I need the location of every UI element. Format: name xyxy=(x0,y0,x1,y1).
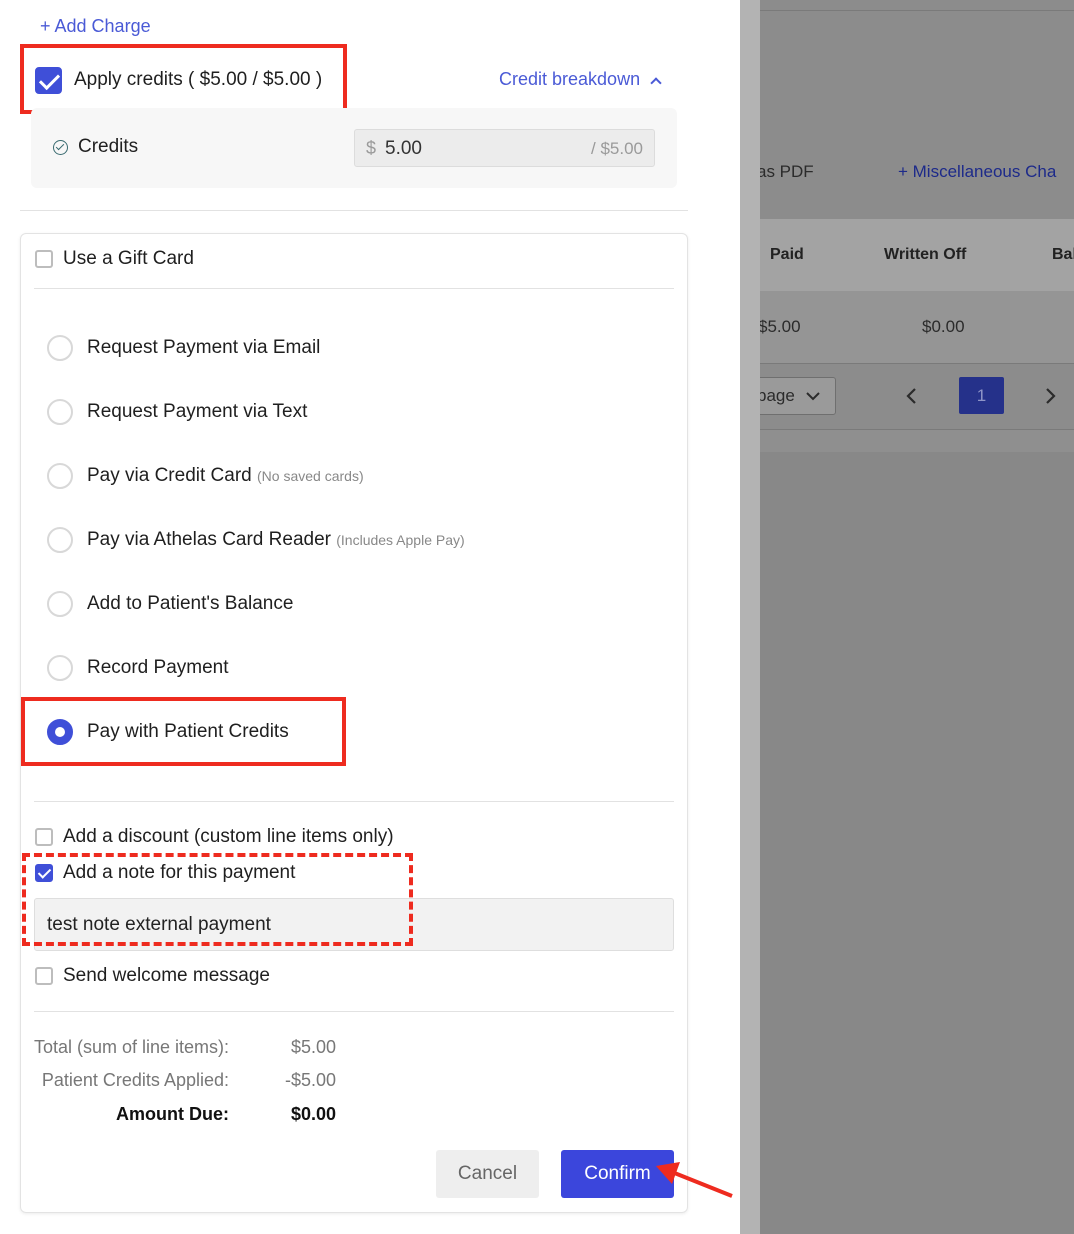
credits-label: Credits xyxy=(78,136,139,157)
bg-col-written-off: Written Off xyxy=(884,246,967,263)
option-credit-card-note: (No saved cards) xyxy=(257,468,364,484)
radio-request-text[interactable] xyxy=(47,399,73,425)
option-card-reader-label: Pay via Athelas Card Reader xyxy=(87,529,331,550)
currency-symbol: $ xyxy=(366,138,377,158)
option-card-reader: Pay via Athelas Card Reader (Includes Ap… xyxy=(87,529,465,551)
panel-scrollbar xyxy=(740,0,760,1234)
chevron-right-icon xyxy=(1046,388,1056,404)
radio-credit-card[interactable] xyxy=(47,463,73,489)
bg-spacer xyxy=(760,430,1074,452)
annotation-highlight-box xyxy=(20,44,347,114)
section-divider xyxy=(34,801,674,802)
chevron-left-icon xyxy=(906,388,916,404)
bg-col-paid: Paid xyxy=(770,246,804,263)
chevron-down-icon xyxy=(806,392,820,401)
option-patient-balance-label: Add to Patient's Balance xyxy=(87,593,294,614)
radio-patient-balance[interactable] xyxy=(47,591,73,617)
summary-due-label: Amount Due: xyxy=(116,1104,229,1124)
credits-amount-value: 5.00 xyxy=(385,138,422,159)
section-divider xyxy=(34,1011,674,1012)
cancel-button[interactable]: Cancel xyxy=(436,1150,539,1198)
option-card-reader-note: (Includes Apple Pay) xyxy=(336,532,465,548)
annotation-highlight-box xyxy=(21,697,346,766)
credits-amount-input[interactable]: $ 5.00 / $5.00 xyxy=(354,129,655,167)
bg-divider xyxy=(760,363,1074,364)
option-request-text-label: Request Payment via Text xyxy=(87,401,308,422)
bg-page-number: 1 xyxy=(959,377,1004,414)
option-credit-card: Pay via Credit Card (No saved cards) xyxy=(87,465,364,487)
section-divider xyxy=(20,210,688,211)
chevron-up-icon xyxy=(650,77,662,89)
bg-table-row xyxy=(760,291,1074,363)
welcome-checkbox[interactable] xyxy=(35,967,53,985)
gift-card-checkbox[interactable] xyxy=(35,250,53,268)
annotation-arrow-icon xyxy=(656,1162,733,1198)
add-charge-link[interactable]: + Add Charge xyxy=(40,16,151,37)
option-record-payment-label: Record Payment xyxy=(87,657,229,678)
payment-panel: + Add Charge Apply credits ( $5.00 / $5.… xyxy=(0,0,736,1234)
bg-pdf-link: as PDF xyxy=(757,162,814,181)
section-divider xyxy=(34,288,674,289)
summary-due-value: $0.00 xyxy=(290,1104,336,1124)
summary-credits-value: -$5.00 xyxy=(284,1070,336,1090)
add-charge-label: + Add Charge xyxy=(40,16,151,36)
option-request-email-label: Request Payment via Email xyxy=(87,337,321,358)
radio-card-reader[interactable] xyxy=(47,527,73,553)
check-circle-icon xyxy=(53,140,68,155)
bg-lower xyxy=(760,452,1074,1234)
summary-credits-label: Patient Credits Applied: xyxy=(41,1070,229,1090)
credits-max-value: / $5.00 xyxy=(591,139,643,158)
discount-label: Add a discount (custom line items only) xyxy=(63,826,394,847)
summary-total-value: $5.00 xyxy=(290,1037,336,1057)
bg-per-page-label: page xyxy=(757,386,795,405)
radio-request-email[interactable] xyxy=(47,335,73,361)
gift-card-label: Use a Gift Card xyxy=(63,248,194,269)
radio-record-payment[interactable] xyxy=(47,655,73,681)
bg-cell-written-off: $0.00 xyxy=(922,317,965,336)
summary-total-label: Total (sum of line items): xyxy=(33,1037,229,1057)
bg-misc-link: + Miscellaneous Cha xyxy=(898,162,1057,181)
credit-breakdown-label: Credit breakdown xyxy=(499,69,641,89)
bg-cell-paid: $5.00 xyxy=(758,317,801,336)
annotation-dashed-box xyxy=(22,853,413,946)
welcome-label: Send welcome message xyxy=(63,965,270,986)
bg-divider xyxy=(760,10,1074,11)
bg-col-balance: Bal xyxy=(1052,246,1074,263)
credit-breakdown-toggle[interactable]: Credit breakdown xyxy=(499,69,662,90)
discount-checkbox[interactable] xyxy=(35,828,53,846)
option-credit-card-label: Pay via Credit Card xyxy=(87,465,252,486)
